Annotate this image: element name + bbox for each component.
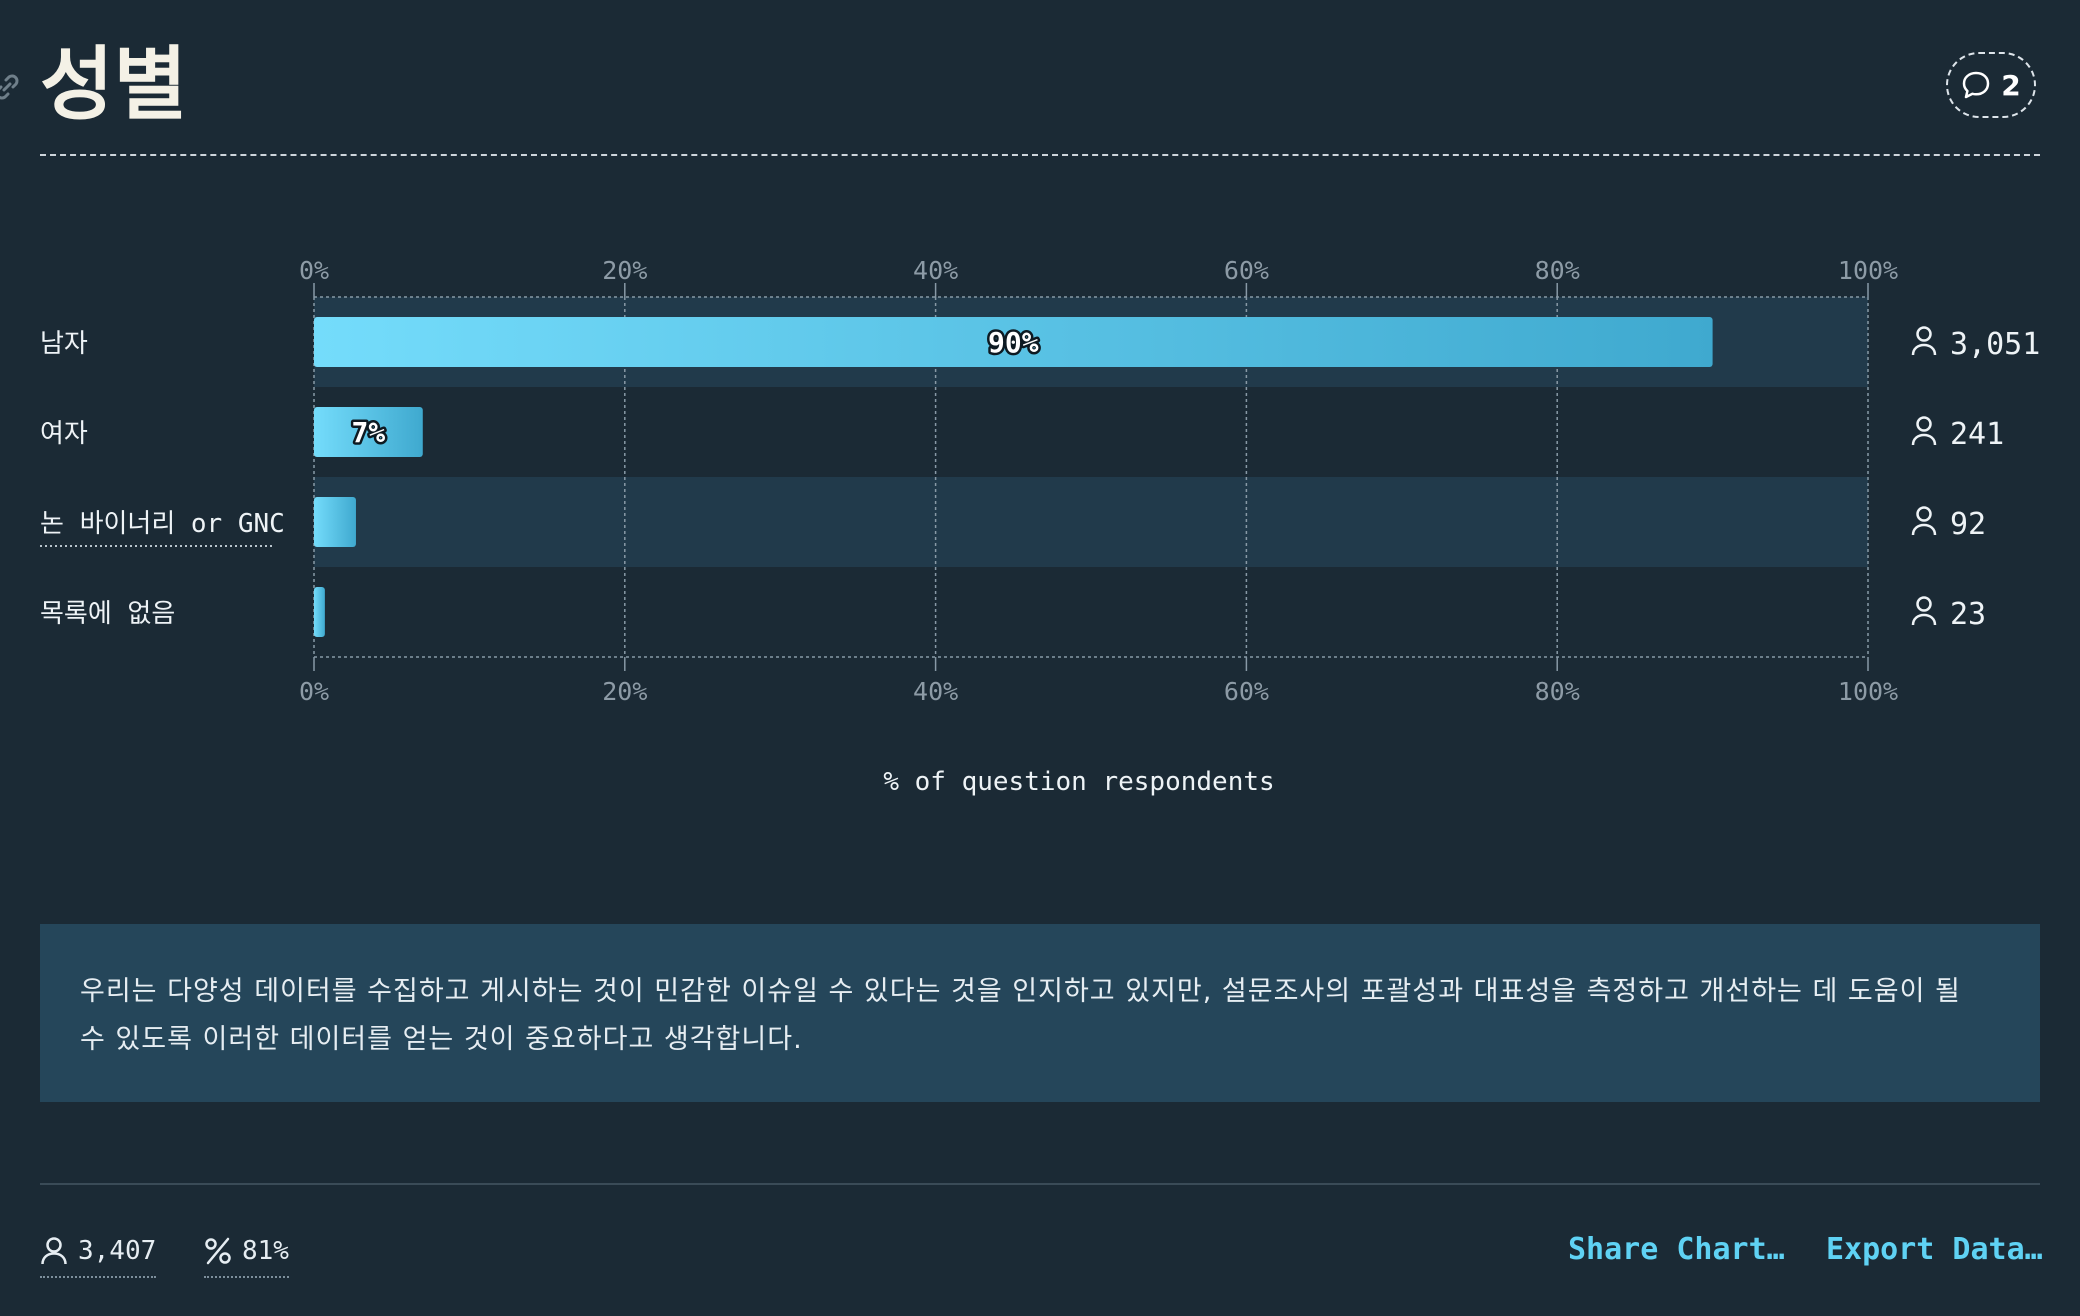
bar-value-label: 7% bbox=[352, 416, 386, 449]
bar-value-label: 90% bbox=[988, 326, 1039, 359]
x-tick-label-top: 40% bbox=[913, 256, 958, 285]
share-chart-button[interactable]: Share Chart… bbox=[1568, 1232, 1785, 1267]
person-icon-body bbox=[1911, 523, 1937, 536]
category-label: 남자 bbox=[40, 329, 88, 359]
person-icon bbox=[1916, 326, 1932, 342]
person-icon-body bbox=[1911, 433, 1937, 446]
percent-value: 81% bbox=[242, 1236, 289, 1266]
comments-button[interactable]: 2 bbox=[1946, 52, 2036, 118]
person-icon-body bbox=[1911, 343, 1937, 356]
x-axis-label: % of question respondents bbox=[883, 767, 1274, 797]
respondent-count: 23 bbox=[1950, 597, 1986, 632]
x-tick-label-bottom: 40% bbox=[913, 677, 958, 706]
respondent-count: 92 bbox=[1950, 507, 1986, 542]
person-icon-body bbox=[1911, 613, 1937, 626]
x-tick-label-top: 80% bbox=[1535, 256, 1580, 285]
link-icon[interactable] bbox=[0, 72, 22, 102]
person-icon bbox=[1916, 506, 1932, 522]
category-label: 여자 bbox=[40, 419, 88, 449]
person-icon bbox=[41, 1237, 67, 1265]
x-tick-label-top: 100% bbox=[1838, 256, 1898, 285]
category-label: 목록에 없음 bbox=[40, 599, 175, 629]
respondent-count: 3,051 bbox=[1950, 327, 2040, 362]
respondents-count: 3,407 bbox=[78, 1236, 157, 1266]
x-tick-label-top: 60% bbox=[1224, 256, 1269, 285]
comment-bubble-icon bbox=[1963, 71, 1990, 99]
respondent-count: 241 bbox=[1950, 417, 2004, 452]
footer-divider bbox=[40, 1183, 2040, 1185]
chart-title: 성별 bbox=[40, 38, 188, 131]
row-band bbox=[314, 477, 1868, 567]
x-tick-label-bottom: 100% bbox=[1838, 677, 1898, 706]
export-data-button[interactable]: Export Data… bbox=[1826, 1232, 2043, 1267]
x-tick-label-bottom: 20% bbox=[602, 677, 647, 706]
bar bbox=[314, 497, 356, 547]
bar-chart: 0% 0% 20% 20% 40% 40% 60% 60% 80% 80% 100% 100% 남자 90… bbox=[40, 256, 2040, 797]
title-divider bbox=[40, 154, 2040, 156]
x-tick-label-top: 20% bbox=[602, 256, 647, 285]
x-tick-label-bottom: 0% bbox=[299, 677, 329, 706]
person-icon bbox=[1916, 596, 1932, 612]
x-tick-label-bottom: 60% bbox=[1224, 677, 1269, 706]
note-text: 우리는 다양성 데이터를 수집하고 게시하는 것이 민감한 이슈일 수 있다는 … bbox=[80, 976, 1961, 1055]
x-tick-label-top: 0% bbox=[299, 256, 329, 285]
x-tick-label-bottom: 80% bbox=[1535, 677, 1580, 706]
percent-stat[interactable]: 81% bbox=[204, 1230, 289, 1278]
comment-count: 2 bbox=[2001, 68, 2021, 102]
note-box: 우리는 다양성 데이터를 수집하고 게시하는 것이 민감한 이슈일 수 있다는 … bbox=[40, 924, 2040, 1102]
respondents-stat[interactable]: 3,407 bbox=[40, 1230, 157, 1278]
person-icon bbox=[1916, 416, 1932, 432]
category-label: 논 바이너리 or GNC bbox=[40, 509, 285, 539]
bar bbox=[314, 587, 325, 637]
percent-icon bbox=[205, 1237, 231, 1265]
